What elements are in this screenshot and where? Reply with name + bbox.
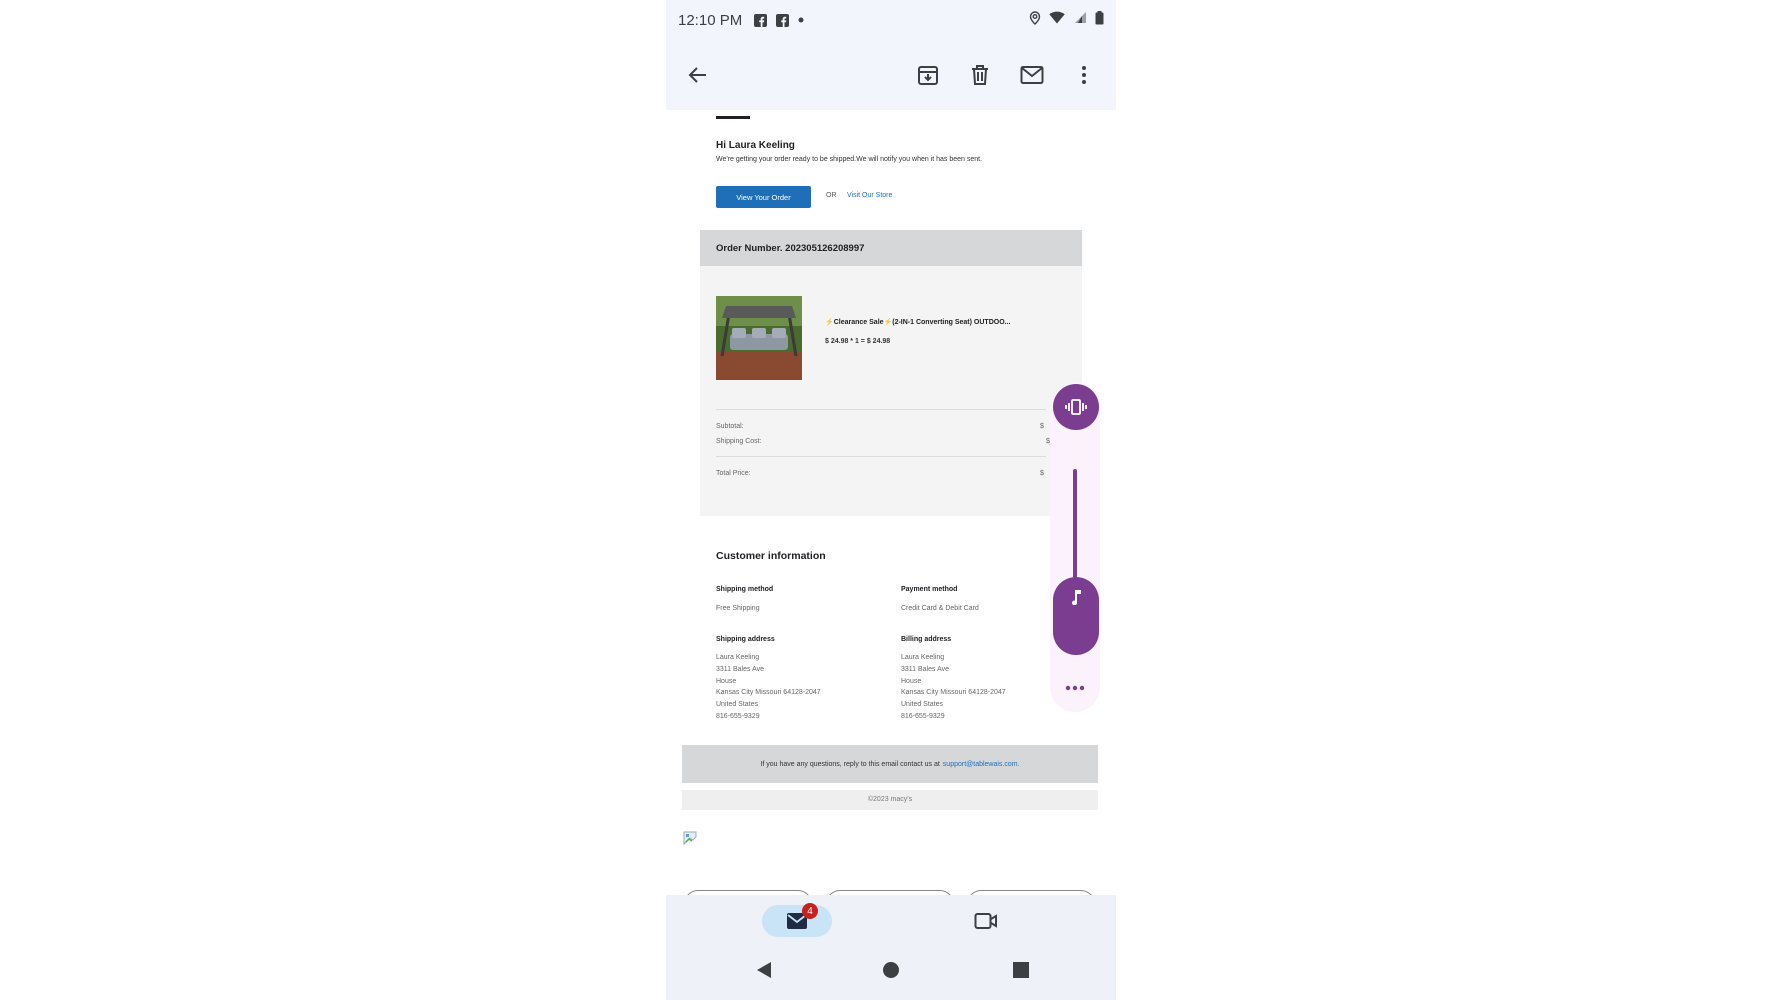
shipping-address-label: Shipping address (716, 636, 775, 643)
greeting: Hi Laura Keeling (716, 140, 795, 151)
more-horiz-icon (1065, 685, 1085, 691)
billing-address: Laura Keeling 3311 Bales Ave House Kansa… (901, 654, 1006, 720)
product-title[interactable]: ⚡Clearance Sale⚡(2-IN-1 Converting Seat)… (825, 318, 1055, 326)
vibrate-icon (1065, 399, 1087, 415)
subtotal-label: Subtotal: (716, 423, 744, 430)
payment-method-value: Credit Card & Debit Card (901, 605, 979, 612)
billing-address-label: Billing address (901, 636, 952, 643)
header-divider (716, 116, 750, 119)
status-icons (1029, 10, 1104, 30)
nav-mail-tab[interactable]: 4 (762, 903, 832, 937)
shipping-address: Laura Keeling 3311 Bales Ave House Kansa… (716, 654, 821, 720)
shipping-method-value: Free Shipping (716, 605, 760, 612)
greeting-subtext: We're getting your order ready to be shi… (716, 156, 983, 163)
or-label: OR (826, 192, 837, 199)
triangle-back-icon (757, 962, 771, 978)
system-recents-button[interactable] (1006, 955, 1036, 985)
customer-info-title: Customer information (716, 550, 826, 562)
battery-icon (1095, 10, 1104, 30)
facebook-icon (754, 13, 768, 27)
phone-screen: 12:10 PM Hi Laura Keeling We're getting … (666, 0, 1116, 1000)
system-back-button[interactable] (749, 955, 779, 985)
email-toolbar (666, 40, 1116, 110)
system-home-button[interactable] (876, 955, 906, 985)
volume-slider-track[interactable] (1073, 469, 1077, 579)
circle-home-icon (883, 962, 899, 978)
square-recents-icon (1013, 962, 1029, 978)
payment-method-label: Payment method (901, 586, 958, 593)
copyright: ©2023 macy's (682, 790, 1098, 810)
more-vert-icon (1082, 66, 1086, 84)
email-footer: If you have any questions, reply to this… (682, 745, 1098, 783)
trash-icon (972, 65, 988, 85)
video-camera-icon (974, 913, 997, 929)
archive-icon (918, 66, 938, 85)
mail-icon (1020, 66, 1044, 84)
location-icon (1029, 10, 1041, 30)
archive-button[interactable] (906, 53, 950, 97)
signal-icon (1073, 11, 1087, 29)
delete-button[interactable] (958, 53, 1002, 97)
music-note-icon (1072, 590, 1081, 605)
divider (716, 456, 1046, 457)
view-order-button[interactable]: View Your Order (716, 186, 811, 208)
visit-store-link[interactable]: Visit Our Store (847, 192, 892, 199)
more-options-button[interactable] (1062, 53, 1106, 97)
facebook-icon (776, 13, 790, 27)
product-price: $ 24.98 * 1 = $ 24.98 (825, 338, 891, 345)
status-bar: 12:10 PM (666, 0, 1116, 40)
email-content[interactable]: Hi Laura Keeling We're getting your orde… (666, 110, 1116, 895)
nav-meet-tab[interactable] (964, 905, 1008, 937)
volume-more-button[interactable] (1050, 680, 1100, 691)
wifi-icon (1049, 11, 1065, 29)
bottom-navigation: 4 (666, 895, 1116, 1000)
total-price-value: $ (1040, 470, 1044, 477)
order-details: ⚡Clearance Sale⚡(2-IN-1 Converting Seat)… (700, 266, 1082, 516)
unread-badge: 4 (802, 903, 818, 919)
shipping-cost-label: Shipping Cost: (716, 438, 762, 445)
support-email-link[interactable]: support@tablewais.com. (943, 761, 1020, 768)
product-image[interactable] (716, 296, 802, 380)
notification-dot-icon (798, 17, 804, 23)
divider (716, 409, 1046, 410)
back-button[interactable] (676, 53, 720, 97)
shipping-method-label: Shipping method (716, 586, 774, 593)
order-number: Order Number. 202305126208997 (700, 230, 1082, 266)
mark-unread-button[interactable] (1010, 53, 1054, 97)
arrow-left-icon (688, 67, 706, 83)
footer-text: If you have any questions, reply to this… (760, 760, 940, 768)
status-time: 12:10 PM (678, 11, 743, 29)
subtotal-value: $ (1040, 423, 1044, 430)
volume-slider-thumb[interactable] (1053, 577, 1099, 655)
total-price-label: Total Price: (716, 470, 751, 477)
volume-panel (1050, 382, 1100, 712)
vibrate-mode-button[interactable] (1053, 384, 1099, 430)
broken-image-icon (682, 830, 700, 848)
